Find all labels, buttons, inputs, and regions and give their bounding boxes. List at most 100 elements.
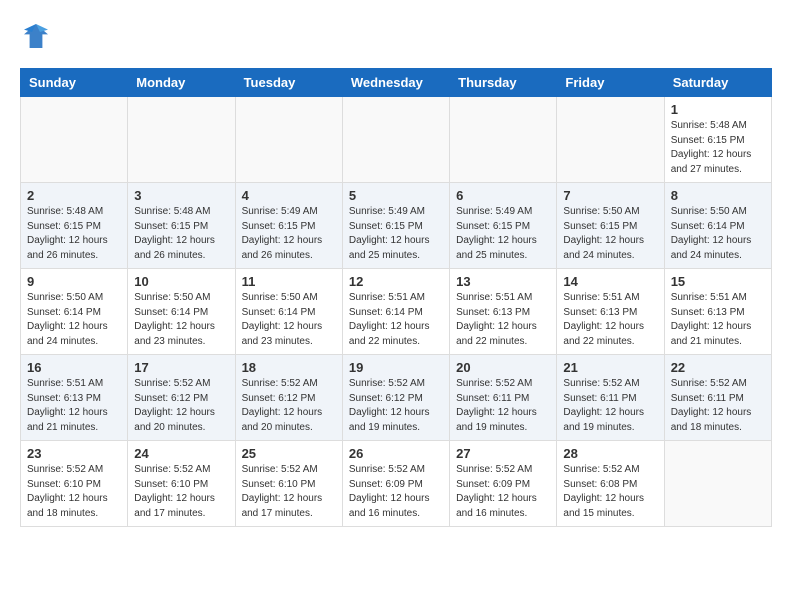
calendar-header: SundayMondayTuesdayWednesdayThursdayFrid…: [21, 69, 772, 97]
day-number: 28: [563, 446, 657, 461]
day-info: Sunrise: 5:52 AM Sunset: 6:09 PM Dayligh…: [456, 463, 550, 521]
day-info: Sunrise: 5:52 AM Sunset: 6:11 PM Dayligh…: [456, 377, 550, 435]
calendar-cell: 12 Sunrise: 5:51 AM Sunset: 6:14 PM Dayli…: [342, 269, 449, 355]
day-info: Sunrise: 5:51 AM Sunset: 6:13 PM Dayligh…: [671, 291, 765, 349]
day-info: Sunrise: 5:52 AM Sunset: 6:10 PM Dayligh…: [27, 463, 121, 521]
calendar-cell: [21, 97, 128, 183]
day-info: Sunrise: 5:49 AM Sunset: 6:15 PM Dayligh…: [349, 205, 443, 263]
day-info: Sunrise: 5:50 AM Sunset: 6:14 PM Dayligh…: [242, 291, 336, 349]
calendar-table: SundayMondayTuesdayWednesdayThursdayFrid…: [20, 68, 772, 527]
calendar-cell: [450, 97, 557, 183]
day-info: Sunrise: 5:50 AM Sunset: 6:15 PM Dayligh…: [563, 205, 657, 263]
day-number: 23: [27, 446, 121, 461]
calendar-cell: 16 Sunrise: 5:51 AM Sunset: 6:13 PM Dayli…: [21, 355, 128, 441]
calendar-cell: 27 Sunrise: 5:52 AM Sunset: 6:09 PM Dayli…: [450, 441, 557, 527]
day-info: Sunrise: 5:52 AM Sunset: 6:10 PM Dayligh…: [242, 463, 336, 521]
calendar-cell: 25 Sunrise: 5:52 AM Sunset: 6:10 PM Dayli…: [235, 441, 342, 527]
day-info: Sunrise: 5:52 AM Sunset: 6:10 PM Dayligh…: [134, 463, 228, 521]
calendar-body: 1 Sunrise: 5:48 AM Sunset: 6:15 PM Daylig…: [21, 97, 772, 527]
weekday-sunday: Sunday: [21, 69, 128, 97]
calendar-cell: 19 Sunrise: 5:52 AM Sunset: 6:12 PM Dayli…: [342, 355, 449, 441]
day-info: Sunrise: 5:50 AM Sunset: 6:14 PM Dayligh…: [134, 291, 228, 349]
weekday-saturday: Saturday: [664, 69, 771, 97]
day-number: 25: [242, 446, 336, 461]
day-info: Sunrise: 5:52 AM Sunset: 6:12 PM Dayligh…: [134, 377, 228, 435]
day-number: 20: [456, 360, 550, 375]
weekday-wednesday: Wednesday: [342, 69, 449, 97]
day-number: 17: [134, 360, 228, 375]
day-number: 7: [563, 188, 657, 203]
weekday-header-row: SundayMondayTuesdayWednesdayThursdayFrid…: [21, 69, 772, 97]
day-number: 13: [456, 274, 550, 289]
day-info: Sunrise: 5:51 AM Sunset: 6:14 PM Dayligh…: [349, 291, 443, 349]
calendar-cell: 23 Sunrise: 5:52 AM Sunset: 6:10 PM Dayli…: [21, 441, 128, 527]
day-number: 1: [671, 102, 765, 117]
calendar-cell: 7 Sunrise: 5:50 AM Sunset: 6:15 PM Daylig…: [557, 183, 664, 269]
day-number: 10: [134, 274, 228, 289]
day-info: Sunrise: 5:48 AM Sunset: 6:15 PM Dayligh…: [671, 119, 765, 177]
calendar-cell: 22 Sunrise: 5:52 AM Sunset: 6:11 PM Dayli…: [664, 355, 771, 441]
day-info: Sunrise: 5:50 AM Sunset: 6:14 PM Dayligh…: [671, 205, 765, 263]
calendar-cell: 6 Sunrise: 5:49 AM Sunset: 6:15 PM Daylig…: [450, 183, 557, 269]
day-number: 21: [563, 360, 657, 375]
calendar-cell: 8 Sunrise: 5:50 AM Sunset: 6:14 PM Daylig…: [664, 183, 771, 269]
calendar-cell: 9 Sunrise: 5:50 AM Sunset: 6:14 PM Daylig…: [21, 269, 128, 355]
day-info: Sunrise: 5:52 AM Sunset: 6:09 PM Dayligh…: [349, 463, 443, 521]
day-number: 12: [349, 274, 443, 289]
day-number: 24: [134, 446, 228, 461]
day-info: Sunrise: 5:52 AM Sunset: 6:11 PM Dayligh…: [671, 377, 765, 435]
calendar-week-5: 23 Sunrise: 5:52 AM Sunset: 6:10 PM Dayli…: [21, 441, 772, 527]
logo: [20, 20, 56, 52]
calendar-cell: 3Sunrise: 5:48 AM Sunset: 6:15 PM Daylig…: [128, 183, 235, 269]
day-info: Sunrise: 5:51 AM Sunset: 6:13 PM Dayligh…: [27, 377, 121, 435]
calendar-week-2: 2Sunrise: 5:48 AM Sunset: 6:15 PM Daylig…: [21, 183, 772, 269]
calendar-cell: 21 Sunrise: 5:52 AM Sunset: 6:11 PM Dayli…: [557, 355, 664, 441]
day-info: Sunrise: 5:48 AM Sunset: 6:15 PM Dayligh…: [27, 205, 121, 263]
day-number: 26: [349, 446, 443, 461]
page-header: [20, 20, 772, 52]
day-number: 19: [349, 360, 443, 375]
weekday-friday: Friday: [557, 69, 664, 97]
calendar-cell: 18Sunrise: 5:52 AM Sunset: 6:12 PM Dayli…: [235, 355, 342, 441]
day-info: Sunrise: 5:50 AM Sunset: 6:14 PM Dayligh…: [27, 291, 121, 349]
calendar-cell: 10 Sunrise: 5:50 AM Sunset: 6:14 PM Dayli…: [128, 269, 235, 355]
day-info: Sunrise: 5:51 AM Sunset: 6:13 PM Dayligh…: [563, 291, 657, 349]
day-info: Sunrise: 5:49 AM Sunset: 6:15 PM Dayligh…: [242, 205, 336, 263]
calendar-week-1: 1 Sunrise: 5:48 AM Sunset: 6:15 PM Daylig…: [21, 97, 772, 183]
day-info: Sunrise: 5:52 AM Sunset: 6:08 PM Dayligh…: [563, 463, 657, 521]
day-number: 14: [563, 274, 657, 289]
day-number: 16: [27, 360, 121, 375]
day-number: 9: [27, 274, 121, 289]
calendar-cell: 20 Sunrise: 5:52 AM Sunset: 6:11 PM Dayli…: [450, 355, 557, 441]
calendar-cell: 11 Sunrise: 5:50 AM Sunset: 6:14 PM Dayli…: [235, 269, 342, 355]
weekday-monday: Monday: [128, 69, 235, 97]
day-number: 6: [456, 188, 550, 203]
weekday-thursday: Thursday: [450, 69, 557, 97]
calendar-cell: 14 Sunrise: 5:51 AM Sunset: 6:13 PM Dayli…: [557, 269, 664, 355]
calendar-cell: 1 Sunrise: 5:48 AM Sunset: 6:15 PM Daylig…: [664, 97, 771, 183]
calendar-cell: [664, 441, 771, 527]
day-number: 11: [242, 274, 336, 289]
calendar-cell: 13 Sunrise: 5:51 AM Sunset: 6:13 PM Dayli…: [450, 269, 557, 355]
day-number: 15: [671, 274, 765, 289]
calendar-week-4: 16 Sunrise: 5:51 AM Sunset: 6:13 PM Dayli…: [21, 355, 772, 441]
calendar-cell: 4 Sunrise: 5:49 AM Sunset: 6:15 PM Daylig…: [235, 183, 342, 269]
day-info: Sunrise: 5:51 AM Sunset: 6:13 PM Dayligh…: [456, 291, 550, 349]
calendar-cell: 2Sunrise: 5:48 AM Sunset: 6:15 PM Daylig…: [21, 183, 128, 269]
calendar-cell: 24 Sunrise: 5:52 AM Sunset: 6:10 PM Dayli…: [128, 441, 235, 527]
day-info: Sunrise: 5:52 AM Sunset: 6:11 PM Dayligh…: [563, 377, 657, 435]
day-number: 4: [242, 188, 336, 203]
logo-icon: [20, 20, 52, 52]
calendar-cell: [342, 97, 449, 183]
day-info: Sunrise: 5:49 AM Sunset: 6:15 PM Dayligh…: [456, 205, 550, 263]
day-number: 5: [349, 188, 443, 203]
calendar-cell: 28 Sunrise: 5:52 AM Sunset: 6:08 PM Dayli…: [557, 441, 664, 527]
day-number: 18: [242, 360, 336, 375]
day-number: 27: [456, 446, 550, 461]
day-info: Sunrise: 5:52 AM Sunset: 6:12 PM Dayligh…: [349, 377, 443, 435]
calendar-cell: 5 Sunrise: 5:49 AM Sunset: 6:15 PM Daylig…: [342, 183, 449, 269]
calendar-cell: 26 Sunrise: 5:52 AM Sunset: 6:09 PM Dayli…: [342, 441, 449, 527]
day-number: 22: [671, 360, 765, 375]
calendar-cell: [235, 97, 342, 183]
day-number: 8: [671, 188, 765, 203]
